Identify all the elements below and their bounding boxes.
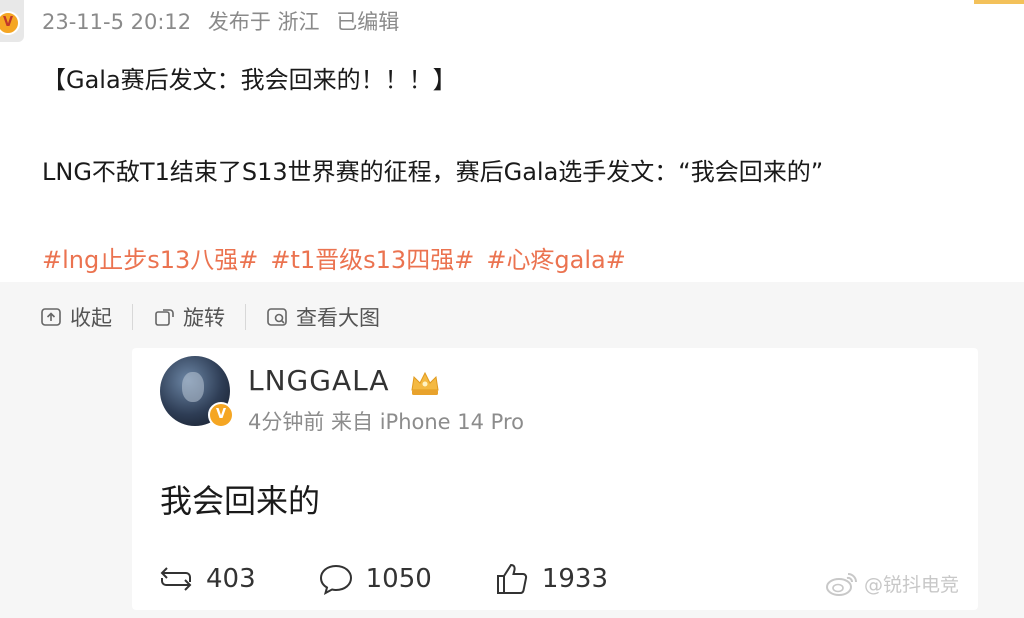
- repost-icon: [160, 567, 192, 591]
- embedded-stats: 403 1050 1933: [158, 562, 670, 596]
- top-right-accent: [974, 0, 1024, 4]
- avatar-figure: [182, 372, 204, 402]
- image-icon: [267, 308, 287, 326]
- hashtag-link[interactable]: #lng止步s13八强#: [42, 246, 258, 274]
- embedded-text: 我会回来的: [160, 482, 321, 520]
- comment-count: 1050: [365, 564, 432, 594]
- repost-button[interactable]: 403: [158, 562, 256, 596]
- rotate-label: 旋转: [183, 306, 225, 330]
- image-toolbar: 收起 旋转 查看大图: [40, 302, 380, 332]
- post-meta: 23-11-5 20:12 发布于 浙江 已编辑: [42, 6, 409, 36]
- rotate-icon: [155, 309, 174, 326]
- post-headline: 【Gala赛后发文：我会回来的！！！】: [42, 66, 457, 94]
- post-timestamp[interactable]: 23-11-5 20:12: [42, 10, 191, 34]
- post-edited-label[interactable]: 已编辑: [336, 10, 399, 34]
- post-location: 发布于 浙江: [207, 10, 320, 34]
- crown-icon: [411, 371, 439, 395]
- hashtag-link[interactable]: #心疼gala#: [486, 246, 626, 274]
- embedded-meta: 4分钟前 来自 iPhone 14 Pro: [248, 410, 524, 434]
- weibo-logo-icon: [826, 572, 857, 596]
- post-body: LNG不敌T1结束了S13世界赛的征程，赛后Gala选手发文：“我会回来的”: [42, 158, 824, 186]
- repost-count: 403: [206, 564, 256, 594]
- embedded-avatar[interactable]: V: [160, 356, 234, 428]
- like-button[interactable]: 1933: [494, 562, 608, 596]
- view-large-button[interactable]: 查看大图: [266, 302, 380, 332]
- post-tags: #lng止步s13八强# #t1晋级s13四强# #心疼gala#: [42, 240, 638, 275]
- thumbs-up-icon: [496, 563, 527, 594]
- author-avatar[interactable]: V: [0, 0, 24, 42]
- collapse-icon: [41, 308, 61, 326]
- rotate-button[interactable]: 旋转: [153, 302, 225, 332]
- embedded-username[interactable]: LNGGALA: [248, 364, 390, 397]
- toolbar-divider: [245, 304, 246, 330]
- comment-icon: [319, 564, 352, 595]
- collapse-label: 收起: [70, 306, 112, 330]
- like-count: 1933: [541, 564, 608, 594]
- watermark: @锐抖电竞: [824, 570, 959, 597]
- verified-badge-icon: V: [208, 402, 234, 428]
- collapse-button[interactable]: 收起: [40, 302, 112, 332]
- comment-button[interactable]: 1050: [318, 562, 432, 596]
- hashtag-link[interactable]: #t1晋级s13四强#: [270, 246, 474, 274]
- verified-badge-icon: V: [0, 11, 20, 35]
- toolbar-divider: [132, 304, 133, 330]
- embedded-post-card[interactable]: V LNGGALA 4分钟前 来自 iPhone 14 Pro 我会回来的 40…: [132, 348, 978, 610]
- view-large-label: 查看大图: [296, 306, 380, 330]
- watermark-text: @锐抖电竞: [864, 574, 960, 596]
